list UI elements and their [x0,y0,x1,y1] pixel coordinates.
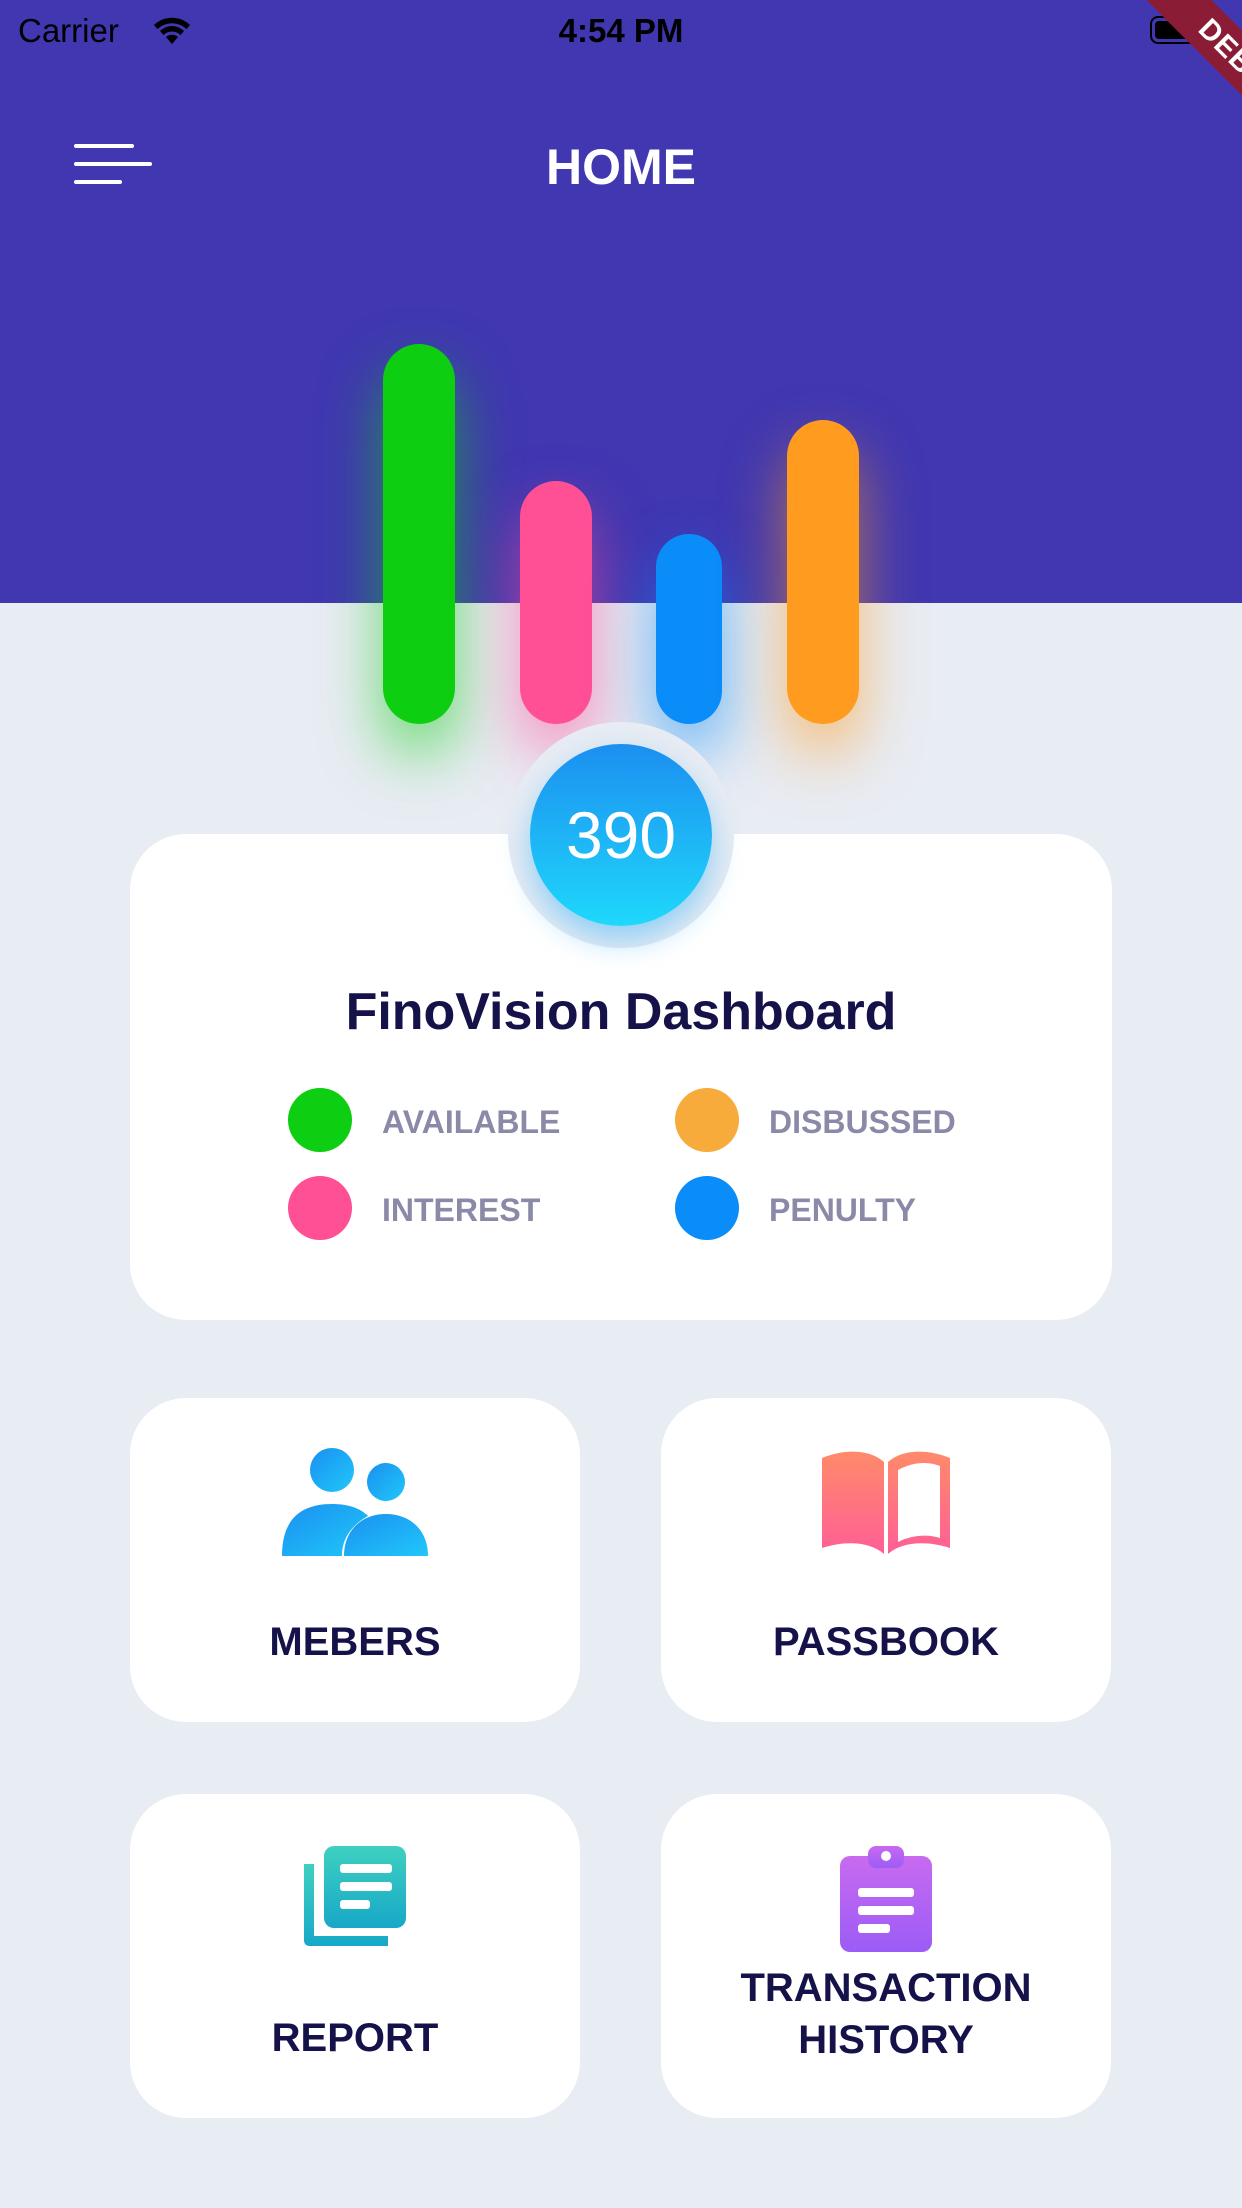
header-background [0,0,1242,603]
legend-dot [288,1176,352,1240]
members-tile[interactable]: MEBERS [130,1398,580,1722]
count-badge: 390 [530,744,712,926]
legend-label: DISBUSSED [769,1104,956,1140]
report-icon [130,1844,580,1954]
legend-dot [675,1088,739,1152]
report-tile[interactable]: REPORT [130,1794,580,2118]
dashboard-title: FinoVision Dashboard [345,983,897,1041]
legend-label: PENULTY [769,1192,916,1228]
status-time: 4:54 PM [558,12,684,49]
report-label: REPORT [271,2016,439,2060]
legend-label: AVAILABLE [382,1104,561,1140]
page-title: HOME [546,139,696,195]
legend-dot [675,1176,739,1240]
legend-label: INTEREST [382,1192,541,1228]
transaction-history-icon [661,1844,1111,1954]
transaction-history-label: TRANSACTION HISTORY [740,1966,1032,2062]
bar-penulty [656,534,722,724]
members-label: MEBERS [269,1620,441,1664]
passbook-tile[interactable]: PASSBOOK [661,1398,1111,1722]
status-bar: Carrier 4:54 PM [0,0,1242,62]
bar-disbussed [787,420,859,724]
passbook-label: PASSBOOK [773,1620,999,1664]
legend-dot [288,1088,352,1152]
transaction-history-tile[interactable]: TRANSACTION HISTORY [661,1794,1111,2118]
bar-available [383,344,455,724]
passbook-icon [661,1448,1111,1558]
members-icon [130,1448,580,1558]
bar-interest [520,481,592,724]
